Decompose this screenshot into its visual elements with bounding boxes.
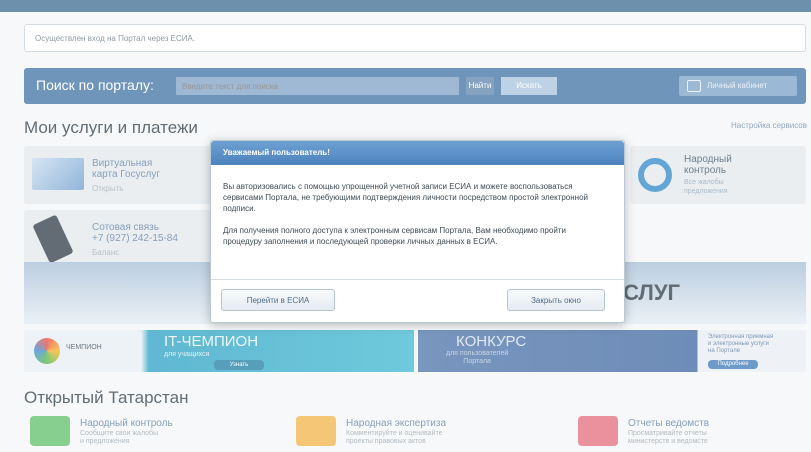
- modal-paragraph-1: Вы авторизовались с помощью упрощенной у…: [223, 182, 589, 213]
- modal-divider: [211, 279, 624, 280]
- modal-paragraph-2: Для получения полного доступа к электрон…: [223, 226, 566, 246]
- modal-header: Уважаемый пользователь!: [211, 141, 624, 165]
- modal-title: Уважаемый пользователь!: [223, 148, 330, 157]
- goto-esia-button[interactable]: Перейти в ЕСИА: [221, 289, 335, 311]
- close-window-button[interactable]: Закрыть окно: [507, 289, 605, 311]
- esia-modal: Уважаемый пользователь! Вы авторизовалис…: [210, 140, 625, 323]
